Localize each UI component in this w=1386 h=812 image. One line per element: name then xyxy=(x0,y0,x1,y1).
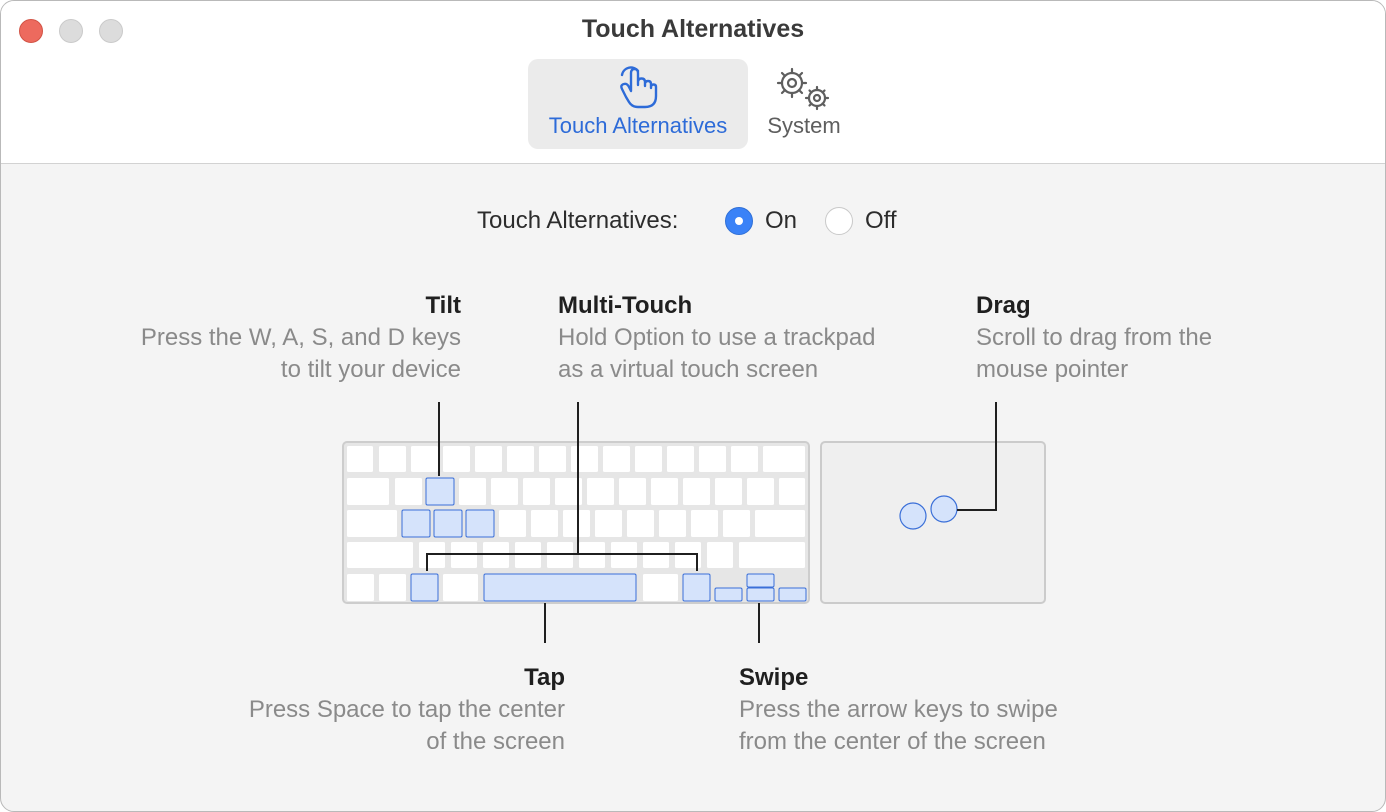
keyboard-key xyxy=(347,478,389,505)
keyboard-key xyxy=(443,446,470,472)
keyboard-key xyxy=(619,478,646,505)
finger-touch-left xyxy=(899,502,927,530)
keyboard-key xyxy=(499,510,526,537)
key-option-left xyxy=(410,573,439,602)
key-s xyxy=(433,509,463,538)
keyboard-key xyxy=(659,510,686,537)
key-arrow-down xyxy=(746,587,775,602)
keyboard-key xyxy=(347,574,374,601)
keyboard-key xyxy=(723,510,750,537)
keyboard-key xyxy=(651,478,678,505)
keyboard-key xyxy=(571,446,598,472)
keyboard-key xyxy=(603,446,630,472)
keyboard-key xyxy=(755,510,805,537)
keyboard-key xyxy=(595,510,622,537)
keyboard-key xyxy=(395,478,422,505)
keyboard-key xyxy=(443,574,478,601)
trackpad-illustration xyxy=(820,441,1046,604)
keyboard-key xyxy=(627,510,654,537)
keyboard-key xyxy=(667,446,694,472)
keyboard-key xyxy=(507,446,534,472)
keyboard-key xyxy=(715,478,742,505)
key-arrow-left xyxy=(714,587,743,602)
key-option-right xyxy=(682,573,711,602)
app-window: Touch Alternatives Touch Alternatives Sy… xyxy=(0,0,1386,812)
keyboard-key xyxy=(731,446,758,472)
finger-touch-right xyxy=(930,495,958,523)
keyboard-key xyxy=(379,574,406,601)
keyboard-key xyxy=(539,446,566,472)
keyboard-key xyxy=(747,478,774,505)
keyboard-key xyxy=(475,446,502,472)
key-arrow-right xyxy=(778,587,807,602)
keyboard-key xyxy=(523,478,550,505)
keyboard-key xyxy=(587,478,614,505)
keyboard-key xyxy=(691,510,718,537)
key-space xyxy=(483,573,637,602)
keyboard-key xyxy=(491,478,518,505)
keyboard-key xyxy=(635,446,662,472)
keyboard-key xyxy=(347,510,397,537)
keyboard-key xyxy=(739,542,805,568)
keyboard-key xyxy=(643,574,678,601)
keyboard-key xyxy=(763,446,805,472)
keyboard-key xyxy=(779,478,805,505)
keyboard-trackpad-diagram xyxy=(342,402,1046,643)
keyboard-key xyxy=(411,446,438,472)
keyboard-key xyxy=(347,542,413,568)
keyboard-key xyxy=(707,542,733,568)
key-arrow-up xyxy=(746,573,775,588)
keyboard-key xyxy=(379,446,406,472)
keyboard-key xyxy=(699,446,726,472)
keyboard-key xyxy=(459,478,486,505)
keyboard-key xyxy=(563,510,590,537)
key-w xyxy=(425,477,455,506)
keyboard-key xyxy=(347,446,373,472)
key-d xyxy=(465,509,495,538)
key-a xyxy=(401,509,431,538)
keyboard-key xyxy=(531,510,558,537)
keyboard-key xyxy=(683,478,710,505)
